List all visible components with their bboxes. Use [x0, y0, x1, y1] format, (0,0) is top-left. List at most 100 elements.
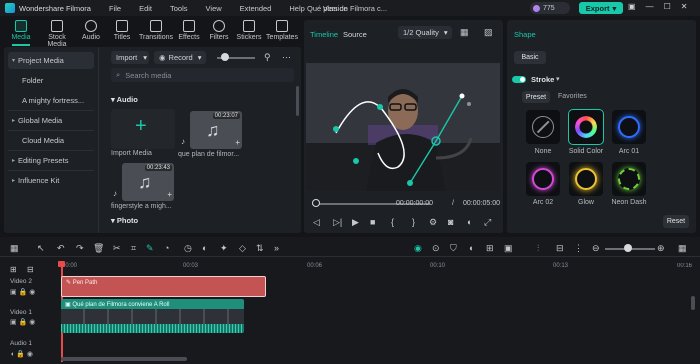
credits-badge[interactable]: 775 [530, 2, 570, 14]
link-icon[interactable]: ⊟ [27, 265, 34, 274]
track-audio1-icons[interactable]: ◖ 🔒 ◉ [10, 350, 33, 358]
minimize-icon[interactable]: — [646, 2, 654, 11]
audio-meter-icon[interactable]: ⫶ [537, 243, 539, 254]
step-play-icon[interactable]: ▷| [333, 217, 342, 228]
timeline-vertical-scrollbar[interactable] [691, 296, 695, 310]
zoom-in-icon[interactable]: ⊕ [657, 243, 665, 254]
clip-video-a-roll[interactable]: ▣ Qué plan de Filmora conviene A Roll [61, 299, 244, 333]
maximize-icon[interactable]: ☐ [664, 2, 671, 11]
clip-pen-path[interactable]: ✎ Pen Path [61, 276, 266, 297]
stroke-toggle[interactable] [512, 76, 526, 83]
split-view-icon[interactable]: ⊟ [556, 243, 564, 254]
timeline-more-icon[interactable]: ▦ [678, 243, 687, 254]
media-item[interactable]: ♫ 00:23:43 ♪ + [113, 163, 174, 201]
preset-neon-dash[interactable] [612, 162, 646, 196]
quality-dropdown[interactable]: 1/2 Quality ▾ [398, 26, 452, 39]
pen-tool-icon[interactable]: ✎ [146, 243, 154, 254]
ai-tools-icon[interactable]: ✦ [220, 243, 228, 254]
preset-arc-01[interactable] [612, 110, 646, 144]
save-icon[interactable]: ▣ [628, 2, 636, 11]
sidebar-item-cloud-media[interactable]: Cloud Media [8, 132, 94, 149]
size-slider-handle[interactable] [221, 53, 229, 61]
playhead-handle[interactable] [312, 199, 320, 207]
tab-source[interactable]: Source [343, 30, 367, 39]
fullscreen-icon[interactable]: ⤢ [484, 217, 491, 228]
media-item[interactable]: ♫ 00:23:07 ♪ + [181, 111, 242, 149]
close-icon[interactable]: ✕ [681, 2, 688, 11]
add-track-icon[interactable]: ⊞ [10, 265, 17, 274]
add-icon[interactable]: + [235, 138, 240, 147]
preset-none[interactable] [526, 110, 560, 144]
import-media-tile[interactable]: + [111, 109, 175, 149]
camera-icon[interactable]: ◙ [448, 217, 453, 227]
grid-icon[interactable]: ⋮ [574, 243, 583, 254]
media-scrollbar[interactable] [296, 86, 299, 116]
tab-stickers[interactable]: Stickers [234, 20, 264, 41]
tab-basic[interactable]: Basic [514, 51, 546, 64]
sidebar-item-global-media[interactable]: ▸ Global Media [8, 112, 94, 129]
speed-icon[interactable]: ◔ [164, 243, 169, 253]
sidebar-item-editing-presets[interactable]: ▸ Editing Presets [8, 152, 94, 169]
preset-solid-color[interactable] [568, 109, 604, 145]
reset-button[interactable]: Reset [663, 215, 689, 228]
undo-icon[interactable]: ↶ [57, 243, 65, 254]
preset-arc-02[interactable] [526, 162, 560, 196]
section-photo-header[interactable]: ▾ Photo [111, 216, 138, 225]
redo-icon[interactable]: ↷ [76, 243, 84, 254]
video-preview[interactable] [306, 63, 500, 191]
sidebar-item-influence-kit[interactable]: ▸ Influence Kit [8, 172, 94, 189]
stop-icon[interactable]: ■ [370, 217, 375, 227]
color-match-icon[interactable]: ◐ [202, 243, 207, 253]
layout-icon[interactable]: ▦ [10, 243, 19, 254]
tab-audio[interactable]: Audio [76, 20, 106, 41]
snap-icon[interactable]: ⊙ [432, 243, 440, 254]
expand-icon[interactable]: » [274, 243, 279, 253]
mark-out-icon[interactable]: } [412, 217, 415, 227]
menu-help[interactable]: Help [289, 4, 304, 13]
record-dropdown[interactable]: ◉ Record ▾ [154, 51, 206, 64]
more-icon[interactable]: ⋯ [282, 52, 291, 63]
tab-media[interactable]: Media [4, 20, 38, 41]
zoom-slider-handle[interactable] [624, 244, 632, 252]
menu-file[interactable]: File [109, 4, 121, 13]
add-icon[interactable]: + [167, 190, 172, 199]
render-preview-icon[interactable]: ◉ [414, 243, 422, 254]
render-icon[interactable]: ⚙ [429, 217, 437, 228]
search-input[interactable]: ⌕ Search media [111, 68, 294, 82]
menu-edit[interactable]: Edit [139, 4, 152, 13]
tab-titles[interactable]: Titles [107, 20, 137, 41]
audio-mix-icon[interactable]: ⊞ [486, 243, 494, 254]
keyframe-icon[interactable]: ◇ [239, 243, 246, 254]
mic-icon[interactable]: ◖ [468, 243, 473, 253]
menu-extended[interactable]: Extended [240, 4, 272, 13]
delete-icon[interactable]: 🗑 [93, 243, 104, 254]
tab-effects[interactable]: Effects [174, 20, 204, 41]
caret-down-icon[interactable]: ▾ [556, 75, 560, 83]
section-audio-header[interactable]: ▾ Audio [111, 95, 138, 104]
import-dropdown[interactable]: Import ▾ [111, 51, 149, 64]
timeline-scrollbar[interactable] [61, 357, 187, 361]
tab-templates[interactable]: Templates [264, 20, 300, 41]
select-icon[interactable]: ↖ [37, 243, 45, 254]
sidebar-item-project-media[interactable]: ▾ Project Media [8, 52, 94, 69]
export-button[interactable]: Export ▾ [579, 2, 623, 14]
track-video1-camera-icon[interactable]: ▣ 🔒 ◉ [10, 318, 35, 326]
menu-view[interactable]: View [206, 4, 222, 13]
tab-filters[interactable]: Filters [204, 20, 234, 41]
zoom-out-icon[interactable]: ⊖ [592, 243, 600, 254]
mark-in-icon[interactable]: { [391, 217, 394, 227]
tab-transitions[interactable]: Transitions [138, 20, 174, 41]
sidebar-item-folder[interactable]: Folder [8, 72, 94, 89]
cut-icon[interactable]: ✂ [113, 243, 121, 254]
tab-stock-media[interactable]: Stock Media [38, 20, 76, 48]
snapshot-grid-icon[interactable]: ▦ [460, 27, 469, 38]
previous-frame-icon[interactable]: ◁ [313, 217, 320, 228]
crop-icon[interactable]: ⌗ [131, 243, 136, 254]
menu-tools[interactable]: Tools [170, 4, 188, 13]
adjust-icon[interactable]: ⇅ [256, 243, 264, 254]
tab-timeline[interactable]: Timeline [310, 30, 338, 39]
volume-icon[interactable]: ◖ [466, 217, 471, 227]
tab-preset[interactable]: Preset [522, 91, 550, 103]
marker-icon[interactable]: ⛉ [450, 243, 457, 254]
track-video2-camera-icon[interactable]: ▣ 🔒 ◉ [10, 288, 35, 296]
